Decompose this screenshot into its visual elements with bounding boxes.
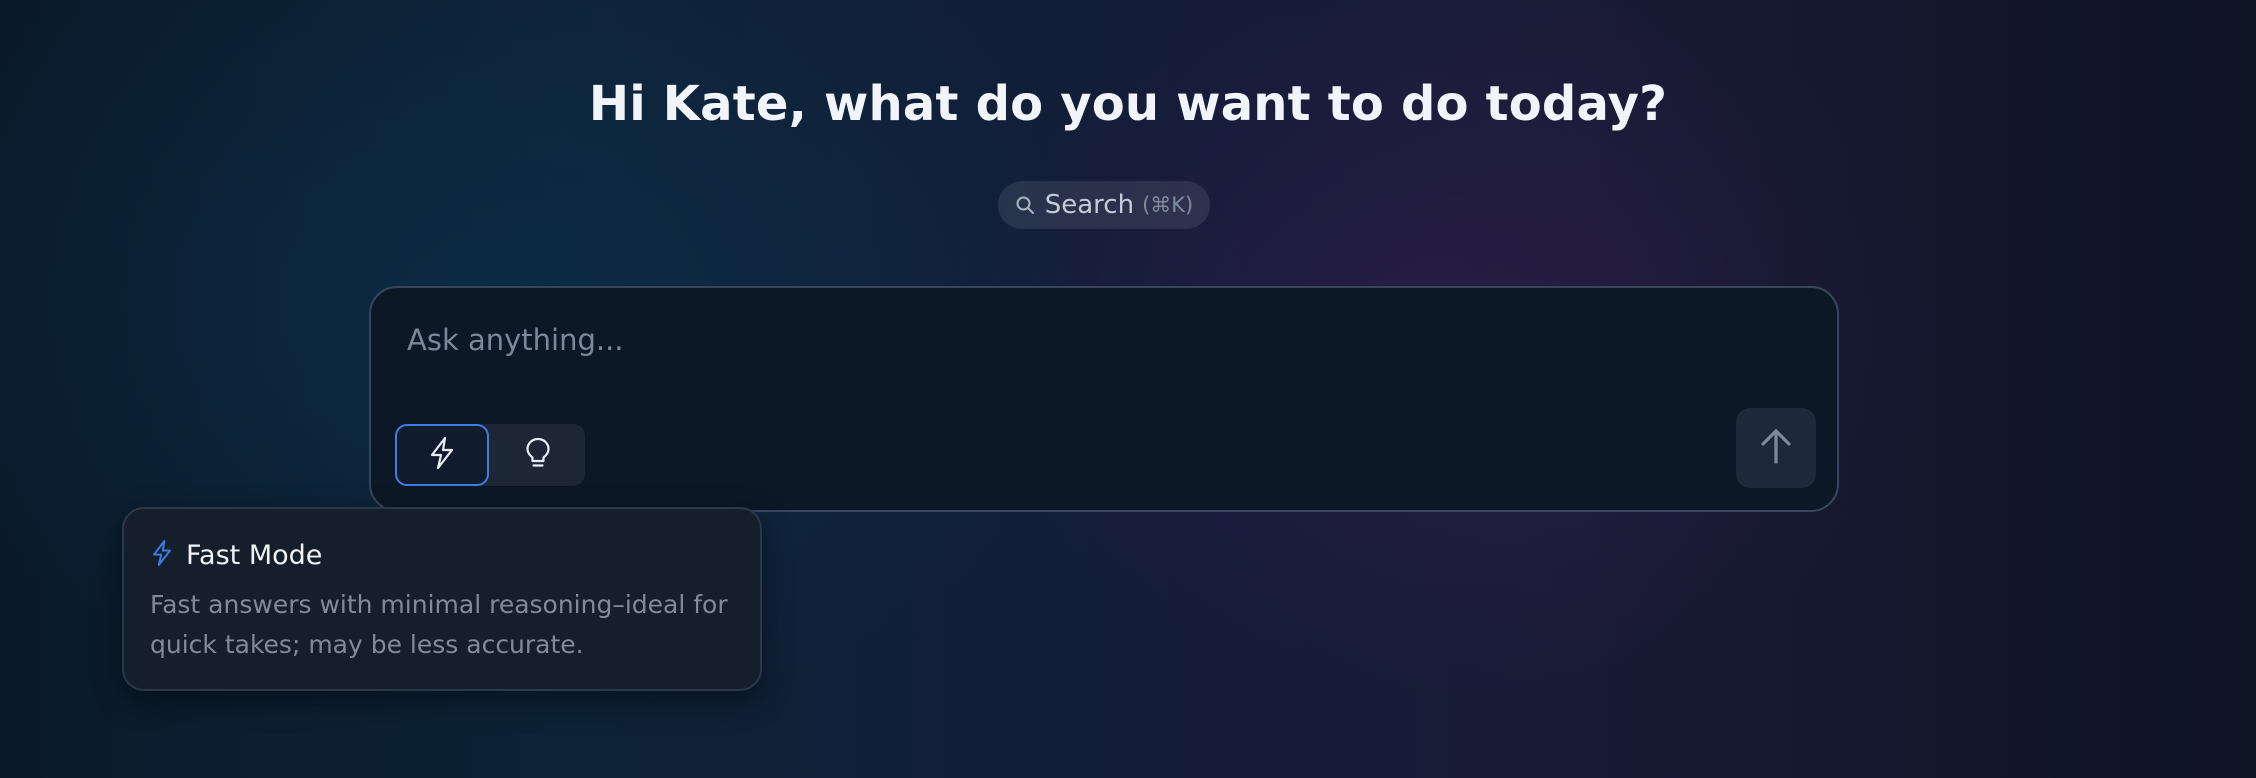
search-button[interactable]: Search (⌘K) (998, 181, 1210, 229)
mode-toggle-group (395, 424, 585, 635)
prompt-input[interactable] (405, 314, 1709, 366)
greeting-heading: Hi Kate, what do you want to do today? (588, 76, 1668, 132)
fast-mode-button[interactable] (395, 424, 489, 486)
lightbulb-icon (523, 436, 553, 474)
arrow-up-icon (1758, 426, 1794, 470)
prompt-composer (369, 286, 1839, 635)
fast-mode-tooltip: Fast Mode Fast answers with minimal reas… (122, 507, 762, 691)
search-label: Search (1044, 190, 1135, 220)
lightning-bolt-icon (427, 436, 457, 474)
send-button[interactable] (1736, 408, 1816, 488)
think-mode-button[interactable] (491, 424, 585, 486)
lightning-bolt-icon (150, 538, 174, 572)
search-shortcut: (⌘K) (1142, 193, 1194, 217)
tooltip-title: Fast Mode (186, 539, 323, 571)
tooltip-description: Fast answers with minimal reasoning–idea… (150, 590, 728, 659)
search-icon (1015, 194, 1037, 216)
